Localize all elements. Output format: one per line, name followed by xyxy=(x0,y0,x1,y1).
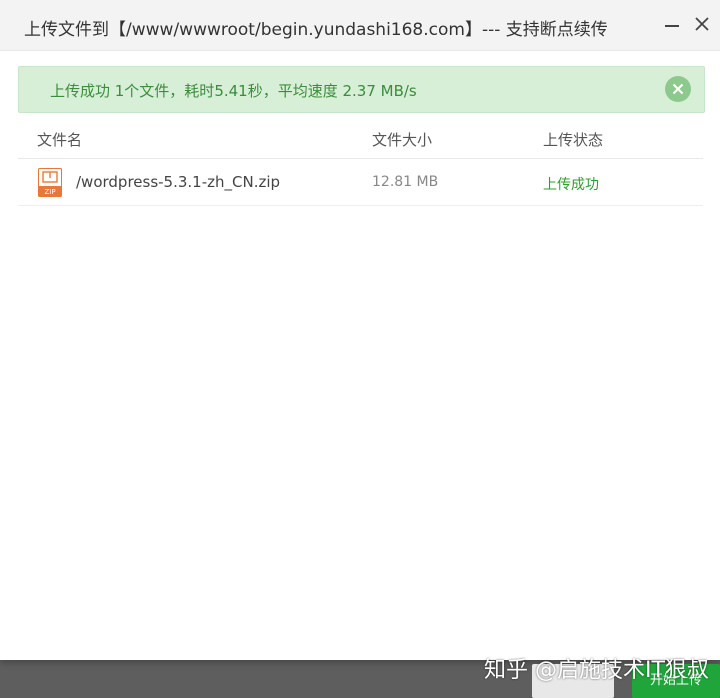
table-row: ZIP /wordpress-5.3.1-zh_CN.zip 12.81 MB … xyxy=(18,159,703,206)
dialog-titlebar: 上传文件到【/www/wwwroot/begin.yundashi168.com… xyxy=(0,0,720,51)
close-icon xyxy=(672,83,684,95)
upload-success-alert: 上传成功 1个文件，耗时5.41秒，平均速度 2.37 MB/s xyxy=(18,66,705,113)
alert-dismiss-button[interactable] xyxy=(665,76,691,102)
header-file-name: 文件名 xyxy=(37,131,83,149)
close-icon xyxy=(695,17,709,31)
upload-file-table: 文件名 文件大小 上传状态 ZIP /wordpress-5.3.1-zh_CN… xyxy=(18,118,703,206)
file-name: /wordpress-5.3.1-zh_CN.zip xyxy=(76,173,281,191)
table-header: 文件名 文件大小 上传状态 xyxy=(18,118,703,159)
header-upload-status: 上传状态 xyxy=(543,131,604,149)
zip-icon-label: ZIP xyxy=(44,188,55,196)
header-file-size: 文件大小 xyxy=(372,131,433,149)
dialog-title: 上传文件到【/www/wwwroot/begin.yundashi168.com… xyxy=(24,20,608,40)
minimize-button[interactable] xyxy=(660,12,684,36)
file-upload-status: 上传成功 xyxy=(543,177,599,193)
minimize-icon xyxy=(665,25,679,27)
alert-message: 上传成功 1个文件，耗时5.41秒，平均速度 2.37 MB/s xyxy=(50,82,417,100)
zip-file-icon: ZIP xyxy=(38,168,62,197)
close-button[interactable] xyxy=(690,12,714,36)
watermark: 知乎 @启施技术IT狠叔 xyxy=(484,658,709,683)
file-size: 12.81 MB xyxy=(372,174,439,190)
upload-dialog: 上传文件到【/www/wwwroot/begin.yundashi168.com… xyxy=(0,0,720,660)
